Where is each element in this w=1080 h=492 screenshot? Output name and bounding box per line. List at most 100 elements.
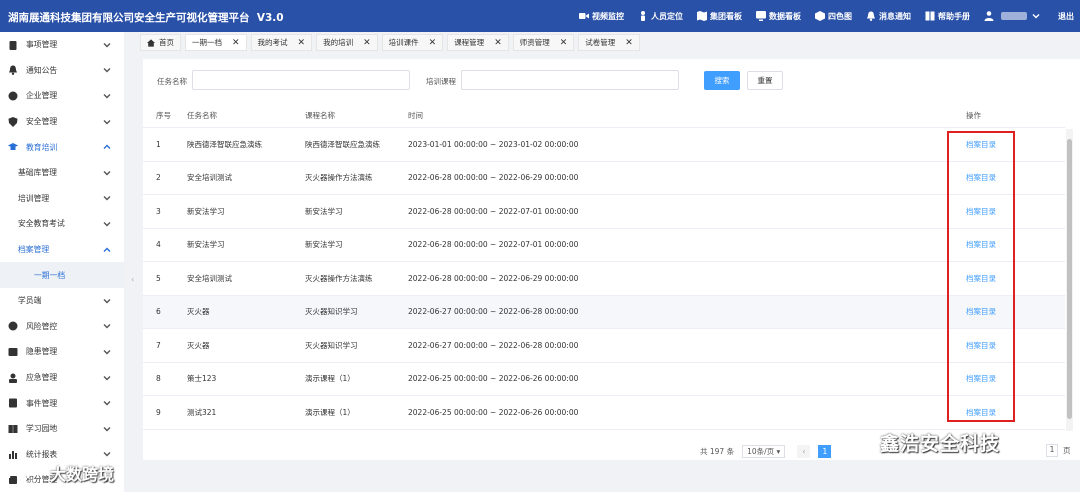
four-color-icon — [815, 11, 825, 21]
chevron-down-icon — [103, 349, 111, 355]
sidebar-item-emergency[interactable]: 应急管理 — [0, 365, 124, 391]
cell-course: 新安法学习 — [305, 240, 343, 250]
nav-four-color-map[interactable]: 四色图 — [815, 11, 852, 22]
sidebar-item-training[interactable]: 培训管理 — [0, 186, 124, 212]
table-row: 9 测试321 演示课程（1） 2022-06-25 00:00:00 ~ 20… — [143, 396, 1065, 430]
course-label: 培训课程 — [426, 77, 456, 86]
sidebar-item-base-library[interactable]: 基础库管理 — [0, 160, 124, 186]
close-icon[interactable]: ✕ — [363, 38, 371, 48]
logout-button[interactable]: 退出 — [1058, 11, 1074, 22]
tab-one-period-one-file[interactable]: 一期一档 ✕ — [185, 34, 247, 51]
close-icon[interactable]: ✕ — [232, 38, 240, 48]
archive-catalog-link[interactable]: 档案目录 — [966, 363, 996, 396]
search-button[interactable]: 搜索 — [704, 71, 740, 90]
cell-task: 安全培训测试 — [187, 273, 232, 283]
sidebar-item-education[interactable]: 教育培训 — [0, 134, 124, 160]
sidebar-item-study[interactable]: 学习园地 — [0, 416, 124, 442]
nav-group-board[interactable]: 集团看板 — [697, 11, 742, 22]
watermark-right-text: 鑫浩安全科技 — [880, 432, 1001, 455]
sidebar-collapse-handle[interactable]: ‹ — [131, 275, 139, 289]
tab-my-exams[interactable]: 我的考试 ✕ — [250, 34, 313, 51]
cell-task: 灭火器 — [187, 307, 210, 317]
tab-home[interactable]: 首页 — [140, 34, 181, 51]
sidebar-item-archives[interactable]: 档案管理 — [0, 237, 124, 263]
tab-course-management[interactable]: 课程管理 ✕ — [447, 34, 509, 51]
current-page[interactable]: 1 — [818, 444, 832, 458]
reset-button[interactable]: 重置 — [747, 71, 783, 90]
archive-catalog-link[interactable]: 档案目录 — [966, 229, 996, 262]
archive-catalog-link[interactable]: 档案目录 — [966, 162, 996, 195]
chevron-up-icon — [103, 144, 111, 150]
cell-time: 2022-06-25 00:00:00 ~ 2022-06-26 00:00:0… — [408, 374, 579, 384]
scrollbar-thumb[interactable] — [1067, 139, 1072, 419]
table-row: 3 新安法学习 新安法学习 2022-06-28 00:00:00 ~ 2022… — [143, 195, 1065, 229]
cell-no: 8 — [156, 374, 161, 384]
chevron-up-icon — [103, 247, 111, 252]
watermark-right: 鑫浩安全科技 — [848, 428, 1000, 456]
tab-teacher-management[interactable]: 师资管理 ✕ — [512, 34, 575, 51]
course-input[interactable] — [461, 70, 679, 90]
task-name-input[interactable] — [192, 70, 410, 90]
cell-course: 演示课程（1） — [305, 374, 355, 384]
archive-catalog-link[interactable]: 档案目录 — [966, 329, 996, 362]
table-header: 序号 任务名称 课程名称 时间 操作 — [143, 104, 1065, 128]
table-scrollbar[interactable] — [1066, 129, 1073, 431]
sidebar-item-hazard[interactable]: 隐患管理 — [0, 339, 124, 365]
cell-time: 2022-06-27 00:00:00 ~ 2022-06-28 00:00:0… — [408, 307, 579, 317]
user-menu[interactable] — [984, 11, 1044, 21]
archive-catalog-link[interactable]: 档案目录 — [966, 296, 996, 329]
close-icon[interactable]: ✕ — [429, 38, 437, 48]
sidebar-item-enterprise[interactable]: 企业管理 — [0, 83, 124, 109]
close-icon[interactable]: ✕ — [298, 38, 306, 48]
header-task: 任务名称 — [187, 111, 217, 120]
cell-time: 2022-06-28 00:00:00 ~ 2022-06-29 00:00:0… — [408, 273, 579, 283]
cell-no: 5 — [156, 273, 161, 283]
nav-data-board[interactable]: 数据看板 — [756, 11, 801, 22]
sidebar-item-safety-exam[interactable]: 安全教育考试 — [0, 211, 124, 237]
total-count: 共 197 条 — [700, 446, 735, 456]
table-row: 4 新安法学习 新安法学习 2022-06-28 00:00:00 ~ 2022… — [143, 229, 1065, 262]
wechat-icon — [849, 432, 873, 452]
sidebar-item-safety[interactable]: 安全管理 — [0, 109, 124, 135]
chevron-down-icon — [103, 93, 111, 99]
archive-catalog-link[interactable]: 档案目录 — [966, 195, 996, 228]
tab-exam-paper-management[interactable]: 试卷管理 ✕ — [578, 34, 640, 51]
chevron-down-icon — [103, 196, 111, 201]
sidebar-item-risk[interactable]: 风险管控 — [0, 314, 124, 340]
prev-page-button[interactable]: ‹ — [797, 444, 811, 458]
study-icon — [8, 424, 18, 433]
cell-time: 2022-06-25 00:00:00 ~ 2022-06-26 00:00:0… — [408, 407, 579, 417]
tabs-bar: 首页 一期一档 ✕ 我的考试 ✕ 我的培训 ✕ 培训课件 ✕ 课程管理 ✕ 师资管理 ✕ 试… — [140, 34, 1080, 53]
tab-courseware[interactable]: 培训课件 ✕ — [381, 34, 444, 51]
close-icon[interactable]: ✕ — [560, 38, 568, 48]
archive-catalog-link[interactable]: 档案目录 — [966, 128, 996, 161]
archive-catalog-link[interactable]: 档案目录 — [966, 262, 996, 295]
chevron-down-icon — [103, 119, 111, 125]
sidebar-item-notices[interactable]: 通知公告 — [0, 58, 124, 84]
nav-notifications[interactable]: 消息通知 — [866, 11, 911, 22]
sidebar-item-one-period-one-file[interactable]: 一期一档 — [0, 262, 124, 288]
sidebar-item-matters[interactable]: 事项管理 — [0, 32, 124, 58]
close-icon[interactable]: ✕ — [494, 38, 502, 48]
tab-my-training[interactable]: 我的培训 ✕ — [316, 34, 378, 51]
page-size-select[interactable]: 10条/页 ▾ — [742, 444, 786, 458]
graduation-cap-icon — [8, 143, 18, 151]
cell-time: 2022-06-28 00:00:00 ~ 2022-07-01 00:00:0… — [408, 206, 579, 216]
cell-course: 灭火器操作方法演练 — [305, 173, 373, 183]
nav-person-location[interactable]: 人员定位 — [638, 11, 683, 22]
nav-help-manual[interactable]: 帮助手册 — [925, 11, 970, 22]
event-icon — [9, 398, 17, 408]
video-camera-icon — [579, 13, 589, 19]
cell-course: 演示课程（1） — [305, 407, 355, 417]
chevron-down-icon — [103, 298, 111, 304]
nav-video-monitor[interactable]: 视频监控 — [579, 11, 624, 22]
sidebar-item-student[interactable]: 学员端 — [0, 288, 124, 314]
cell-course: 灭火器操作方法演练 — [305, 273, 373, 283]
archive-catalog-link[interactable]: 档案目录 — [966, 396, 996, 429]
cell-course: 陕西德泽智联应急演练 — [305, 139, 380, 149]
search-form: 任务名称 培训课程 搜索 重置 — [143, 69, 1080, 91]
chevron-down-icon — [103, 221, 111, 227]
goto-page-input[interactable]: 1 — [1046, 444, 1058, 457]
close-icon[interactable]: ✕ — [625, 38, 633, 48]
sidebar-item-events[interactable]: 事件管理 — [0, 390, 124, 416]
